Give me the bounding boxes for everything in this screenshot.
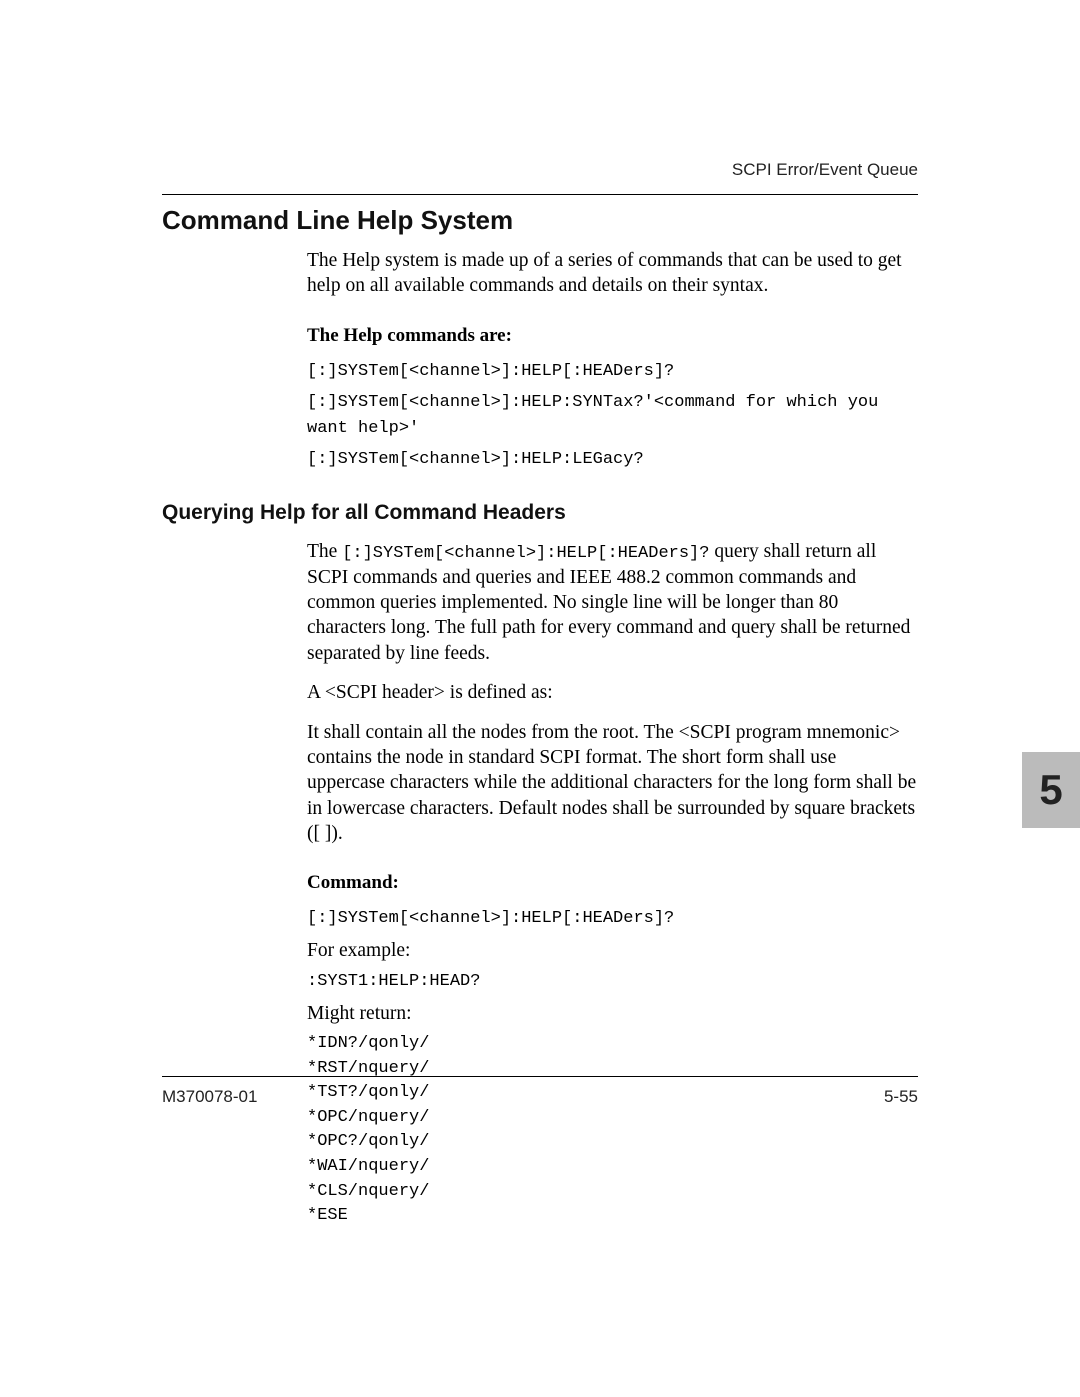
help-commands-label: The Help commands are: — [307, 325, 918, 347]
footer-right: 5-55 — [884, 1087, 918, 1107]
subsection-title: Querying Help for all Command Headers — [162, 501, 918, 525]
intro-paragraph: The Help system is made up of a series o… — [307, 248, 918, 299]
subsection-para3: It shall contain all the nodes from the … — [307, 720, 918, 847]
para1-prefix: The — [307, 541, 342, 562]
might-return-text: Might return: — [307, 1001, 918, 1026]
page-footer: M370078-01 5-55 — [162, 1087, 918, 1107]
subsection-para1: The [:]SYSTem[<channel>]:HELP[:HEADers]?… — [307, 539, 918, 666]
help-command-2: [:]SYSTem[<channel>]:HELP:SYNTax?'<comma… — [307, 390, 918, 441]
command-label: Command: — [307, 872, 918, 894]
para1-inline-code: [:]SYSTem[<channel>]:HELP[:HEADers]? — [342, 544, 709, 563]
example-code: :SYST1:HELP:HEAD? — [307, 969, 918, 995]
chapter-tab: 5 — [1022, 752, 1080, 828]
command-line: [:]SYSTem[<channel>]:HELP[:HEADers]? — [307, 906, 918, 932]
top-rule — [162, 194, 918, 195]
footer-left: M370078-01 — [162, 1087, 257, 1107]
subsection-para2: A <SCPI header> is defined as: — [307, 680, 918, 705]
footer-wrap: M370078-01 5-55 — [0, 1046, 1080, 1107]
help-command-3: [:]SYSTem[<channel>]:HELP:LEGacy? — [307, 447, 918, 473]
help-command-1: [:]SYSTem[<channel>]:HELP[:HEADers]? — [307, 359, 918, 385]
bottom-rule — [162, 1076, 918, 1077]
section-title: Command Line Help System — [162, 205, 918, 236]
running-header: SCPI Error/Event Queue — [162, 160, 918, 180]
page-content: SCPI Error/Event Queue Command Line Help… — [0, 0, 1080, 1229]
for-example-text: For example: — [307, 938, 918, 963]
